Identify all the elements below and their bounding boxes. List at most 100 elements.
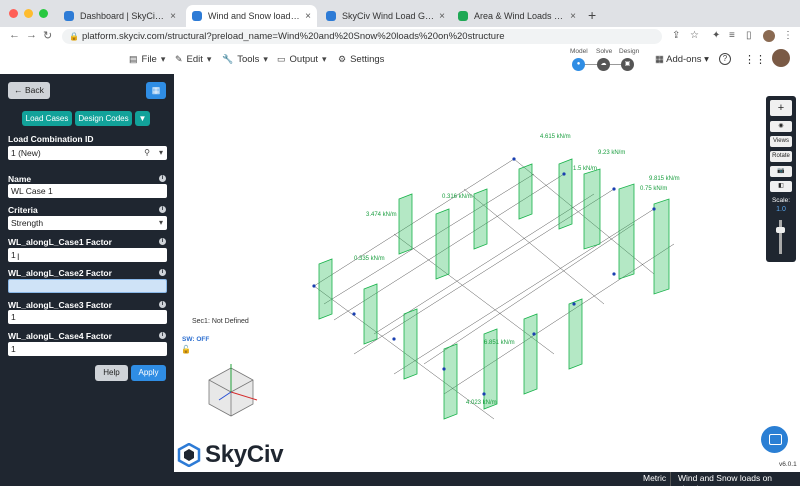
new-tab-icon[interactable]: + — [588, 7, 596, 23]
factor2-field[interactable] — [8, 279, 167, 293]
factor2-label: WL_alongL_Case2 Factor — [8, 268, 112, 278]
tab-wind-load-generator[interactable]: SkyCiv Wind Load Generator | × — [320, 5, 451, 27]
factor4-label: WL_alongL_Case4 Factor — [8, 331, 112, 341]
bookmark-star-icon[interactable]: ☆ — [690, 30, 699, 41]
info-icon[interactable]: i — [159, 238, 166, 245]
browser-menu-icon[interactable]: ⋮ — [783, 30, 793, 41]
help-icon[interactable]: ? — [719, 53, 731, 65]
model-canvas[interactable]: 4.615 kN/m 9.23 kN/m 1.5 kN/m 0.75 kN/m … — [174, 74, 800, 472]
camera-icon[interactable]: 📷 — [770, 166, 792, 177]
factor3-label: WL_alongL_Case3 Factor — [8, 300, 112, 310]
unit-system-label[interactable]: Metric — [643, 473, 666, 483]
eye-icon[interactable]: ◉ — [770, 121, 792, 132]
load-combination-id-label: Load Combination ID — [8, 134, 94, 144]
views-button[interactable]: Views — [770, 136, 792, 147]
close-tab-icon[interactable]: × — [305, 11, 311, 22]
chevron-down-icon: ▾ — [158, 218, 163, 227]
addons-grid-icon: ▦ — [655, 54, 664, 65]
view-cube[interactable] — [199, 360, 263, 420]
step-solve-button[interactable]: ☁ — [597, 58, 610, 71]
load-combination-panel: ← Back ▦ Load Cases Design Codes ▼ Load … — [0, 74, 174, 486]
back-button[interactable]: ← Back — [8, 82, 50, 99]
sidebar-icon[interactable]: ▯ — [746, 30, 752, 41]
load-cases-button[interactable]: Load Cases — [22, 111, 72, 126]
reload-icon[interactable]: ↻ — [43, 29, 52, 42]
info-icon[interactable]: i — [159, 301, 166, 308]
info-icon[interactable]: i — [159, 175, 166, 182]
wind-load-patches — [318, 158, 670, 420]
tab-wind-snow-loads[interactable]: Wind and Snow loads on struc × — [186, 5, 317, 27]
filter-button[interactable]: ▼ — [135, 111, 150, 126]
monitor-icon: ▭ — [277, 54, 286, 64]
menu-settings[interactable]: ⚙ Settings — [338, 54, 384, 65]
rotate-button[interactable]: Rotate — [770, 151, 792, 162]
info-icon[interactable]: i — [159, 269, 166, 276]
load-label: 9.23 kN/m — [598, 150, 625, 156]
user-avatar[interactable] — [772, 49, 790, 67]
chevron-down-icon: ▾ — [160, 54, 166, 64]
load-label: 4.023 kN/m — [466, 400, 497, 406]
info-icon[interactable]: i — [159, 332, 166, 339]
chevron-down-icon: ▾ — [206, 54, 212, 64]
criteria-select[interactable]: Strength ▾ — [8, 216, 167, 230]
apply-button[interactable]: Apply — [131, 365, 166, 381]
docs-favicon-icon — [458, 11, 468, 21]
minimize-window-button[interactable] — [24, 9, 33, 18]
menu-tools[interactable]: 🔧 Tools ▾ — [222, 54, 268, 65]
skyciv-logo-icon — [177, 443, 201, 467]
model-title: Wind and Snow loads on structure — [678, 473, 773, 493]
profile-avatar[interactable] — [763, 30, 775, 42]
step-model-button[interactable]: ● — [572, 58, 585, 71]
step-design-button[interactable]: ▣ — [621, 58, 634, 71]
menu-file[interactable]: ▤ File ▾ — [129, 54, 165, 65]
url-field[interactable]: 🔒 platform.skyciv.com/structural?preload… — [62, 29, 662, 44]
pencil-icon: ✎ — [175, 54, 183, 64]
app-toolbar: ▤ File ▾ ✎ Edit ▾ 🔧 Tools ▾ ▭ Output ▾ ⚙… — [0, 46, 800, 75]
factor1-field[interactable]: 1 — [8, 248, 167, 262]
close-window-button[interactable] — [9, 9, 18, 18]
info-icon[interactable]: i — [159, 206, 166, 213]
tab-area-wind-loads[interactable]: Area & Wind Loads | SkyCiv En × — [452, 5, 582, 27]
criteria-label: Criteria — [8, 205, 38, 215]
scale-label: Scale: — [771, 197, 791, 204]
design-codes-button[interactable]: Design Codes — [75, 111, 132, 126]
factor1-label: WL_alongL_Case1 Factor — [8, 237, 112, 247]
menu-edit[interactable]: ✎ Edit ▾ — [175, 54, 211, 65]
close-tab-icon[interactable]: × — [170, 11, 176, 22]
chevron-down-icon: ▾ — [704, 54, 709, 65]
menu-output[interactable]: ▭ Output ▾ — [277, 54, 327, 65]
structure-model-view[interactable]: 4.615 kN/m 9.23 kN/m 1.5 kN/m 0.75 kN/m … — [174, 74, 800, 472]
factor4-field[interactable]: 1 — [8, 342, 167, 356]
close-tab-icon[interactable]: × — [570, 11, 576, 22]
unlock-icon[interactable]: 🔓 — [181, 345, 191, 354]
chevron-down-icon: ▾ — [158, 148, 163, 157]
help-button[interactable]: Help — [95, 365, 128, 381]
forward-arrow-icon[interactable]: → — [26, 29, 37, 41]
addons-menu[interactable]: ▦ Add-ons ▾ — [655, 54, 709, 65]
close-tab-icon[interactable]: × — [439, 11, 445, 22]
chat-support-button[interactable] — [761, 426, 788, 453]
reading-list-icon[interactable]: ≡ — [729, 30, 735, 41]
share-icon[interactable]: ⇪ — [672, 30, 680, 41]
zoom-window-button[interactable] — [39, 9, 48, 18]
step-solve-label: Solve — [596, 48, 613, 55]
cube-icon[interactable]: ◧ — [770, 181, 792, 192]
chevron-down-icon: ▾ — [322, 54, 327, 64]
scale-slider-handle[interactable] — [776, 227, 785, 233]
add-icon[interactable]: + — [770, 100, 792, 116]
back-arrow-icon[interactable]: ← — [9, 29, 20, 41]
tab-dashboard[interactable]: Dashboard | SkyCiv Platform × — [58, 5, 182, 27]
apps-grid-icon[interactable]: ⋮⋮ — [744, 53, 766, 66]
scale-slider-track[interactable] — [779, 220, 782, 254]
self-weight-status: SW: OFF — [182, 336, 210, 343]
load-combination-id-select[interactable]: 1 (New) ⚲ ▾ — [8, 146, 167, 160]
status-bar: Metric Wind and Snow loads on structure — [0, 472, 800, 493]
gear-icon: ⚙ — [338, 54, 347, 64]
search-icon[interactable]: ⚲ — [144, 146, 150, 160]
lock-icon: 🔒 — [69, 32, 79, 41]
skyciv-logo: SkyCiv — [177, 441, 284, 469]
table-view-button[interactable]: ▦ — [146, 82, 166, 99]
name-field[interactable]: WL Case 1 — [8, 184, 167, 198]
extensions-icon[interactable]: ✦ — [712, 30, 720, 41]
factor3-field[interactable]: 1 — [8, 310, 167, 324]
